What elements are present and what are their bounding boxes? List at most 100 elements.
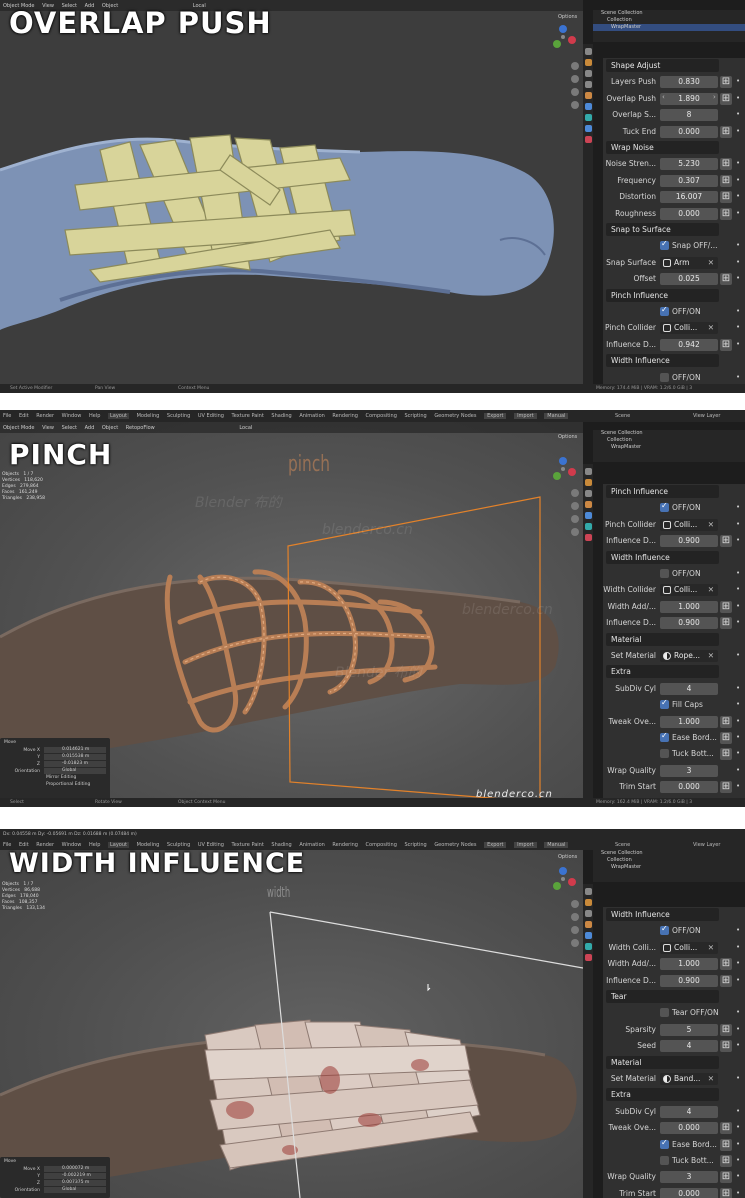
keyframe-button[interactable]: ⊞ — [720, 600, 732, 613]
outliner-collection[interactable]: Collection — [593, 857, 745, 864]
render-tab-icon[interactable] — [584, 59, 592, 66]
outliner[interactable]: Scene Collection Collection WrapMaster — [593, 850, 745, 882]
tab-compositing[interactable]: Compositing — [366, 413, 397, 419]
tab-uv-editing[interactable]: UV Editing — [198, 413, 224, 419]
tool-tab-icon[interactable] — [584, 888, 592, 895]
output-tab-icon[interactable] — [584, 910, 592, 917]
influence-d-field[interactable]: 0.900 — [660, 974, 718, 987]
menu-file[interactable]: File — [3, 413, 11, 419]
animate-dot-icon[interactable]: • — [736, 1025, 740, 1033]
seed-field[interactable]: 4 — [660, 1040, 718, 1053]
influence-d-field[interactable]: 0.900 — [660, 535, 718, 548]
move-operator-panel[interactable]: Move Move X 0.000072 m Y -0.002219 m Z 0.00… — [0, 1157, 110, 1198]
manual-button[interactable]: Manual — [544, 413, 569, 419]
navigation-gizmo[interactable] — [548, 22, 578, 52]
tab-texture-paint[interactable]: Texture Paint — [232, 413, 264, 419]
animate-dot-icon[interactable]: • — [736, 926, 740, 934]
width-collider-selector[interactable]: Colli... ✕ — [660, 584, 718, 597]
menu-help[interactable]: Help — [89, 413, 100, 419]
keyframe-button[interactable]: ⊞ — [720, 1187, 732, 1198]
keyframe-button[interactable]: ⊞ — [720, 617, 732, 630]
overlap-push-field[interactable]: 1.890 — [660, 92, 718, 105]
snap-off-checkbox[interactable] — [660, 239, 669, 251]
properties-tabs[interactable] — [583, 464, 593, 798]
animate-dot-icon[interactable]: • — [736, 274, 740, 282]
view-layer-selector[interactable]: View Layer — [693, 413, 720, 419]
distortion-field[interactable]: 16.007 — [660, 191, 718, 204]
trim-start-field[interactable]: 0.000 — [660, 781, 718, 794]
move-x-field[interactable]: 0.014621 m — [44, 747, 106, 753]
move-panel-title[interactable]: Move — [0, 738, 110, 747]
move-z-field[interactable]: -0.01823 m — [44, 761, 106, 767]
ease-bord-checkbox[interactable] — [660, 1138, 669, 1149]
object-tab-icon[interactable] — [584, 92, 592, 99]
width-colli-selector[interactable]: Colli... ✕ — [660, 941, 718, 954]
mirror-editing-checkbox[interactable]: Mirror Editing — [0, 775, 110, 782]
increment-arrow-icon[interactable]: › — [713, 93, 716, 101]
set-material-selector[interactable]: Rope... ✕ — [660, 650, 718, 662]
animate-dot-icon[interactable]: • — [736, 159, 740, 167]
keyframe-button[interactable]: ⊞ — [720, 781, 732, 794]
viewport-3d[interactable]: Object Mode View Select Add Object Local… — [0, 0, 583, 393]
tab-shading[interactable]: Shading — [271, 413, 291, 419]
panel-header-snap-to-surface[interactable]: Snap to Surface — [606, 223, 719, 236]
tool-tab-icon[interactable] — [584, 468, 592, 475]
clear-icon[interactable]: ✕ — [708, 519, 714, 531]
view-layer-tab-icon[interactable] — [584, 81, 592, 88]
sparsity-field[interactable]: 5 — [660, 1023, 718, 1036]
outliner-collection[interactable]: Collection — [593, 17, 745, 24]
orientation-select[interactable]: Global — [44, 1187, 106, 1193]
panel-header-extra[interactable]: Extra — [606, 1088, 719, 1102]
tab-geometry-nodes[interactable]: Geometry Nodes — [434, 842, 476, 848]
tab-sculpting[interactable]: Sculpting — [167, 413, 190, 419]
animate-dot-icon[interactable]: • — [736, 700, 740, 708]
proportional-editing-checkbox[interactable]: Proportional Editing — [0, 782, 110, 789]
keyframe-button[interactable]: ⊞ — [720, 1040, 732, 1053]
scene-selector[interactable]: Scene — [615, 413, 630, 419]
off-on-checkbox[interactable] — [660, 924, 669, 936]
tab-animation[interactable]: Animation — [299, 413, 325, 419]
modifier-tab-icon[interactable] — [584, 512, 592, 519]
tuck-bott-checkbox[interactable] — [660, 749, 669, 759]
orientation-select[interactable]: Global — [44, 768, 106, 774]
modifier-tab-icon[interactable] — [584, 932, 592, 939]
outliner-scene-collection[interactable]: Scene Collection — [593, 850, 745, 857]
export-button[interactable]: Export — [484, 413, 507, 419]
panel-header-width-influence[interactable]: Width Influence — [606, 550, 719, 564]
animate-dot-icon[interactable]: • — [736, 1074, 740, 1082]
animate-dot-icon[interactable]: • — [736, 1172, 740, 1180]
animate-dot-icon[interactable]: • — [736, 602, 740, 610]
manual-button[interactable]: Manual — [544, 842, 569, 848]
animate-dot-icon[interactable]: • — [736, 651, 740, 659]
tab-rendering[interactable]: Rendering — [332, 842, 358, 848]
animate-dot-icon[interactable]: • — [736, 241, 740, 249]
width-collider-edge[interactable] — [269, 911, 583, 969]
export-button[interactable]: Export — [484, 842, 507, 848]
keyframe-button[interactable]: ⊞ — [720, 76, 732, 89]
animate-dot-icon[interactable]: • — [736, 520, 740, 528]
tab-layout[interactable]: Layout — [107, 413, 129, 419]
move-x-field[interactable]: 0.000072 m — [44, 1166, 106, 1172]
tool-tab-icon[interactable] — [584, 48, 592, 55]
keyframe-button[interactable]: ⊞ — [720, 92, 732, 105]
keyframe-button[interactable]: ⊞ — [720, 273, 732, 286]
clear-icon[interactable]: ✕ — [708, 257, 714, 269]
scene-selector[interactable]: Scene — [615, 842, 630, 848]
tab-scripting[interactable]: Scripting — [404, 413, 426, 419]
decrement-arrow-icon[interactable]: ‹ — [662, 93, 665, 101]
keyframe-button[interactable]: ⊞ — [720, 338, 732, 351]
keyframe-button[interactable]: ⊞ — [720, 535, 732, 548]
modifier-tab-icon[interactable] — [584, 103, 592, 110]
material-tab-icon[interactable] — [584, 136, 592, 143]
keyframe-button[interactable]: ⊞ — [720, 748, 732, 761]
output-tab-icon[interactable] — [584, 490, 592, 497]
keyframe-button[interactable]: ⊞ — [720, 974, 732, 987]
panel-header-extra[interactable]: Extra — [606, 665, 719, 679]
animate-dot-icon[interactable]: • — [736, 536, 740, 544]
properties-tabs[interactable] — [583, 44, 593, 384]
keyframe-button[interactable]: ⊞ — [720, 1023, 732, 1036]
animate-dot-icon[interactable]: • — [736, 176, 740, 184]
tab-modeling[interactable]: Modeling — [137, 413, 160, 419]
keyframe-button[interactable]: ⊞ — [720, 1122, 732, 1135]
off-on-checkbox[interactable] — [660, 501, 669, 513]
